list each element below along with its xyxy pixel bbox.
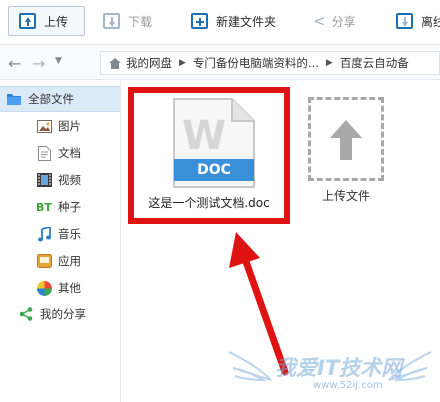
- sidebar-item-label: 文档: [58, 146, 81, 160]
- sidebar-item-label: 图片: [58, 119, 81, 133]
- app-icon: [36, 253, 52, 269]
- share-icon: [18, 306, 34, 322]
- upload-dropzone[interactable]: [308, 97, 384, 181]
- share-label: 分享: [331, 14, 356, 29]
- breadcrumb-item-current[interactable]: 百度云自动备: [340, 55, 409, 71]
- sidebar-item-torrents[interactable]: BT 种子: [0, 194, 120, 220]
- sidebar-item-other[interactable]: 其他: [0, 275, 120, 301]
- download-icon: [103, 13, 120, 29]
- sidebar-item-label: 我的分享: [40, 307, 86, 321]
- offline-download-icon: [396, 13, 413, 29]
- history-dropdown-icon[interactable]: ▼: [55, 56, 62, 66]
- breadcrumb-item-root[interactable]: 我的网盘: [126, 55, 172, 71]
- sidebar-item-label: 种子: [58, 200, 81, 214]
- back-arrow-icon[interactable]: ←: [8, 54, 21, 73]
- new-folder-label: 新建文件夹: [216, 14, 277, 29]
- sidebar-item-label: 音乐: [58, 227, 81, 241]
- sidebar-item-pictures[interactable]: 图片: [0, 113, 120, 139]
- music-icon: [36, 226, 52, 242]
- sidebar-item-label: 应用: [58, 254, 81, 268]
- sidebar-item-label: 视频: [58, 173, 81, 187]
- watermark: 我爱IT技术网 www.52ij.com: [225, 346, 435, 396]
- video-icon: [36, 172, 52, 188]
- download-button[interactable]: 下载: [103, 6, 152, 36]
- folder-icon: [6, 91, 22, 107]
- sidebar-item-label: 全部文件: [28, 92, 74, 106]
- upload-label: 上传: [44, 14, 69, 29]
- sidebar-item-my-shares[interactable]: 我的分享: [0, 301, 120, 327]
- offline-download-button[interactable]: 离线: [396, 6, 440, 36]
- sidebar: 全部文件 图片 文档 视频 BT 种子 音乐 应用 其他 我的分享: [0, 81, 121, 402]
- sidebar-item-apps[interactable]: 应用: [0, 248, 120, 274]
- upload-button[interactable]: 上传: [8, 6, 85, 36]
- sidebar-item-videos[interactable]: 视频: [0, 167, 120, 193]
- forward-arrow-icon[interactable]: →: [32, 54, 45, 73]
- home-icon[interactable]: [109, 57, 121, 69]
- upload-arrow-icon: [330, 120, 362, 160]
- sidebar-item-music[interactable]: 音乐: [0, 221, 120, 247]
- breadcrumb: 我的网盘 ▶ 专门备份电脑端资料的... ▶ 百度云自动备: [100, 51, 440, 75]
- download-label: 下载: [128, 14, 153, 29]
- breadcrumb-separator-icon: ▶: [179, 58, 186, 68]
- watermark-text: 我爱IT技术网: [275, 356, 403, 380]
- share-button[interactable]: < 分享: [313, 6, 356, 36]
- picture-icon: [36, 118, 52, 134]
- sidebar-item-all-files[interactable]: 全部文件: [0, 86, 120, 112]
- watermark-url: www.52ij.com: [313, 380, 383, 391]
- new-folder-button[interactable]: 新建文件夹: [191, 6, 276, 36]
- upload-file-label: 上传文件: [321, 189, 370, 203]
- other-icon: [36, 280, 52, 296]
- sidebar-item-documents[interactable]: 文档: [0, 140, 120, 166]
- bt-icon: BT: [36, 200, 52, 214]
- breadcrumb-item-folder[interactable]: 专门备份电脑端资料的...: [193, 55, 319, 71]
- new-folder-icon: [191, 13, 208, 29]
- toolbar: 上传 下载 新建文件夹 < 分享 离线: [0, 0, 440, 44]
- address-bar: ← → ▼ 我的网盘 ▶ 专门备份电脑端资料的... ▶ 百度云自动备: [0, 44, 440, 80]
- offline-download-label: 离线: [421, 14, 440, 29]
- sidebar-item-label: 其他: [58, 281, 81, 295]
- upload-icon: [19, 13, 36, 29]
- highlight-box: [128, 87, 290, 224]
- upload-file-tile[interactable]: 上传文件: [308, 97, 384, 215]
- share-icon: <: [313, 12, 326, 30]
- document-icon: [36, 145, 52, 161]
- breadcrumb-separator-icon: ▶: [325, 58, 333, 68]
